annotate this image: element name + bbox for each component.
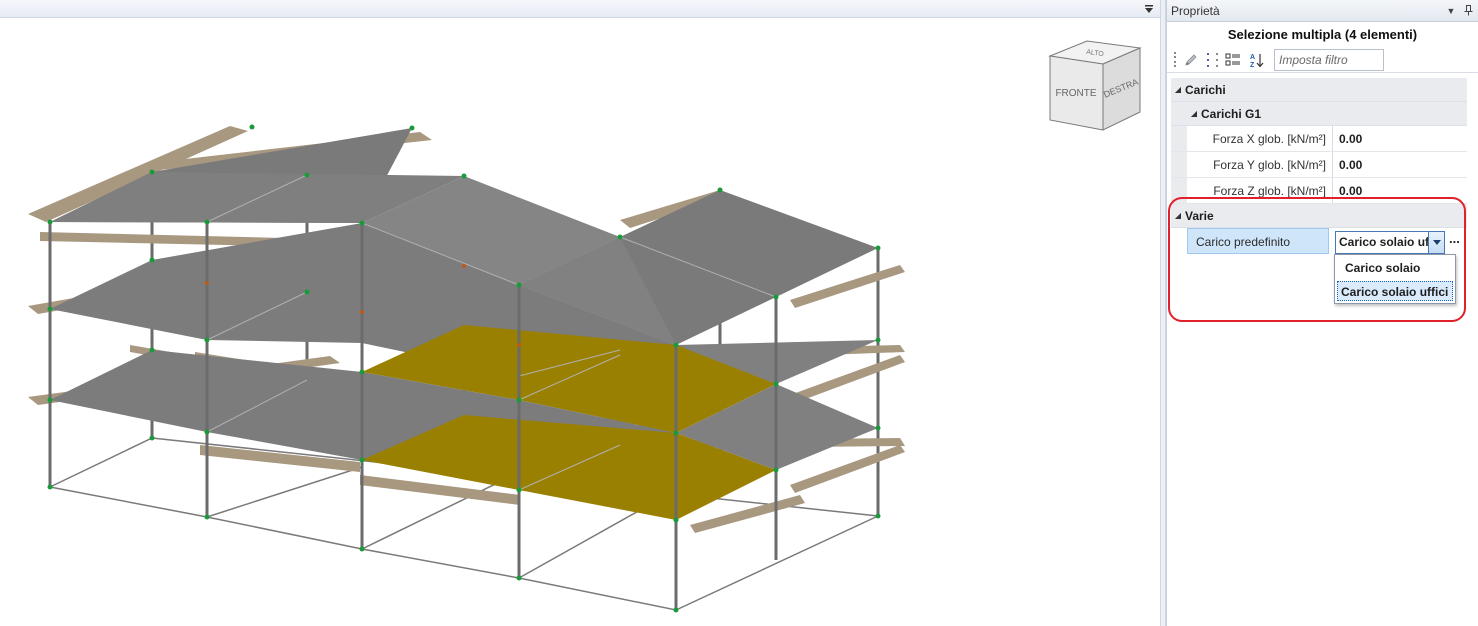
svg-text:Z: Z bbox=[1250, 62, 1255, 68]
default-load-dropdown-list: Carico solaio Carico solaio uffici bbox=[1334, 254, 1456, 304]
categorized-view-icon[interactable] bbox=[1224, 51, 1242, 69]
dropdown-option[interactable]: Carico solaio bbox=[1337, 258, 1453, 278]
collapse-triangle-icon[interactable]: ◢ bbox=[1171, 85, 1185, 94]
chevron-down-icon[interactable] bbox=[1428, 232, 1444, 253]
selection-title: Selezione multipla (4 elementi) bbox=[1227, 27, 1418, 42]
combobox-value: Carico solaio uffici bbox=[1339, 235, 1428, 249]
view-cube[interactable]: ALTO FRONTE DESTRA bbox=[1045, 36, 1145, 132]
property-row-default-load[interactable]: Carico predefinito Carico solaio uffici … bbox=[1171, 228, 1467, 254]
model-viewport[interactable]: ALTO FRONTE DESTRA bbox=[0, 0, 1160, 626]
toolbar-separator bbox=[1215, 51, 1218, 69]
category-varie[interactable]: ◢ Varie bbox=[1171, 204, 1467, 228]
svg-text:A: A bbox=[1250, 54, 1255, 61]
toolbar-separator bbox=[1206, 51, 1209, 69]
property-row-force-y[interactable]: Forza Y glob. [kN/m²] 0.00 bbox=[1171, 152, 1467, 178]
property-name: Forza X glob. [kN/m²] bbox=[1187, 126, 1333, 151]
panel-menu-icon[interactable]: ▼ bbox=[1444, 4, 1458, 18]
category-label: Varie bbox=[1185, 208, 1214, 223]
property-value[interactable]: 0.00 bbox=[1333, 178, 1467, 203]
properties-panel-header: Proprietà ▼ bbox=[1167, 0, 1478, 22]
filter-input[interactable] bbox=[1274, 48, 1384, 71]
panel-title: Proprietà bbox=[1171, 3, 1220, 18]
category-carichi-g1[interactable]: ◢ Carichi G1 bbox=[1171, 102, 1467, 126]
properties-panel: Proprietà ▼ Selezione multipla (4 elemen… bbox=[1166, 0, 1478, 626]
dropdown-option-highlighted[interactable]: Carico solaio uffici bbox=[1337, 281, 1453, 301]
property-name: Carico predefinito bbox=[1187, 228, 1329, 254]
toolbar-grip bbox=[1173, 51, 1176, 69]
viewcube-front-label[interactable]: FRONTE bbox=[1055, 88, 1096, 99]
property-name: Forza Z glob. [kN/m²] bbox=[1187, 178, 1333, 203]
property-value[interactable]: 0.00 bbox=[1333, 126, 1467, 151]
ellipsis-button[interactable]: ... bbox=[1449, 231, 1460, 254]
category-carichi[interactable]: ◢ Carichi bbox=[1171, 78, 1467, 102]
property-row-force-x[interactable]: Forza X glob. [kN/m²] 0.00 bbox=[1171, 126, 1467, 152]
property-grid: ◢ Carichi ◢ Carichi G1 Forza X glob. [kN… bbox=[1171, 78, 1467, 254]
collapse-triangle-icon[interactable]: ◢ bbox=[1187, 109, 1201, 118]
property-name: Forza Y glob. [kN/m²] bbox=[1187, 152, 1333, 177]
category-label: Carichi bbox=[1185, 82, 1226, 97]
edit-pencil-icon[interactable] bbox=[1182, 51, 1200, 69]
default-load-combobox[interactable]: Carico solaio uffici bbox=[1335, 231, 1445, 254]
property-row-force-z[interactable]: Forza Z glob. [kN/m²] 0.00 bbox=[1171, 178, 1467, 204]
property-value[interactable]: 0.00 bbox=[1333, 152, 1467, 177]
viewport-dropdown-icon[interactable] bbox=[1142, 2, 1156, 16]
slabs bbox=[50, 128, 878, 520]
sort-alphabetical-icon[interactable]: AZ bbox=[1248, 51, 1266, 69]
viewport-toolbar bbox=[0, 0, 1160, 18]
properties-toolbar: AZ bbox=[1167, 47, 1478, 73]
category-label: Carichi G1 bbox=[1201, 106, 1262, 121]
collapse-triangle-icon[interactable]: ◢ bbox=[1171, 211, 1185, 220]
pin-icon[interactable] bbox=[1461, 4, 1475, 18]
structure-model[interactable] bbox=[0, 20, 1040, 620]
